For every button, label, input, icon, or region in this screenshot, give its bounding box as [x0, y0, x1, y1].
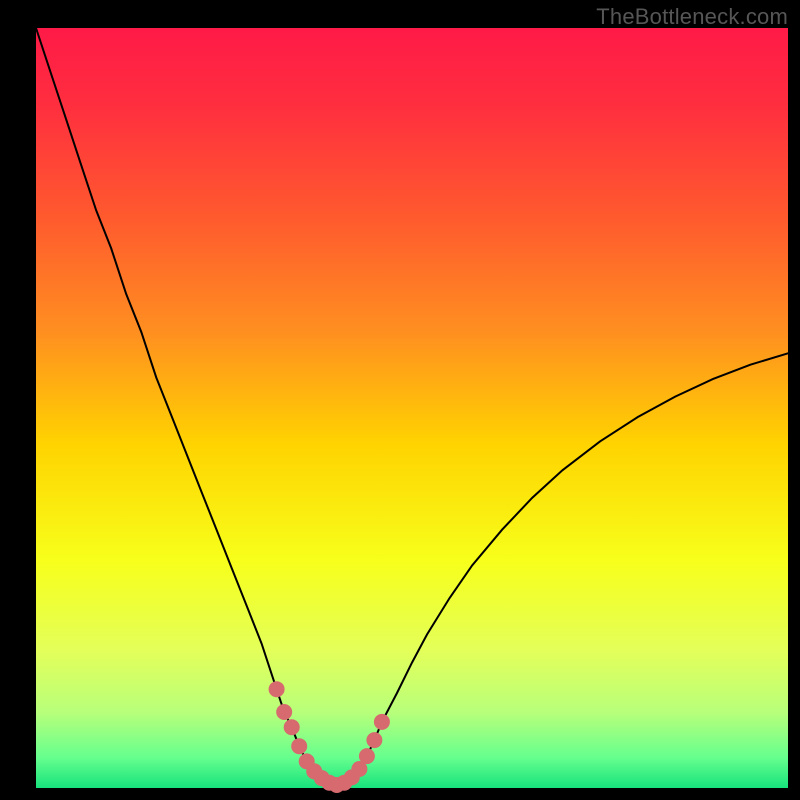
near-optimum-dot: [366, 732, 382, 748]
chart-stage: TheBottleneck.com: [0, 0, 800, 800]
near-optimum-dot: [291, 738, 307, 754]
near-optimum-dot: [269, 681, 285, 697]
near-optimum-dot: [374, 714, 390, 730]
bottleneck-curve-chart: [0, 0, 800, 800]
near-optimum-dot: [284, 719, 300, 735]
gradient-panel: [36, 28, 788, 788]
near-optimum-dot: [276, 704, 292, 720]
near-optimum-dot: [359, 748, 375, 764]
